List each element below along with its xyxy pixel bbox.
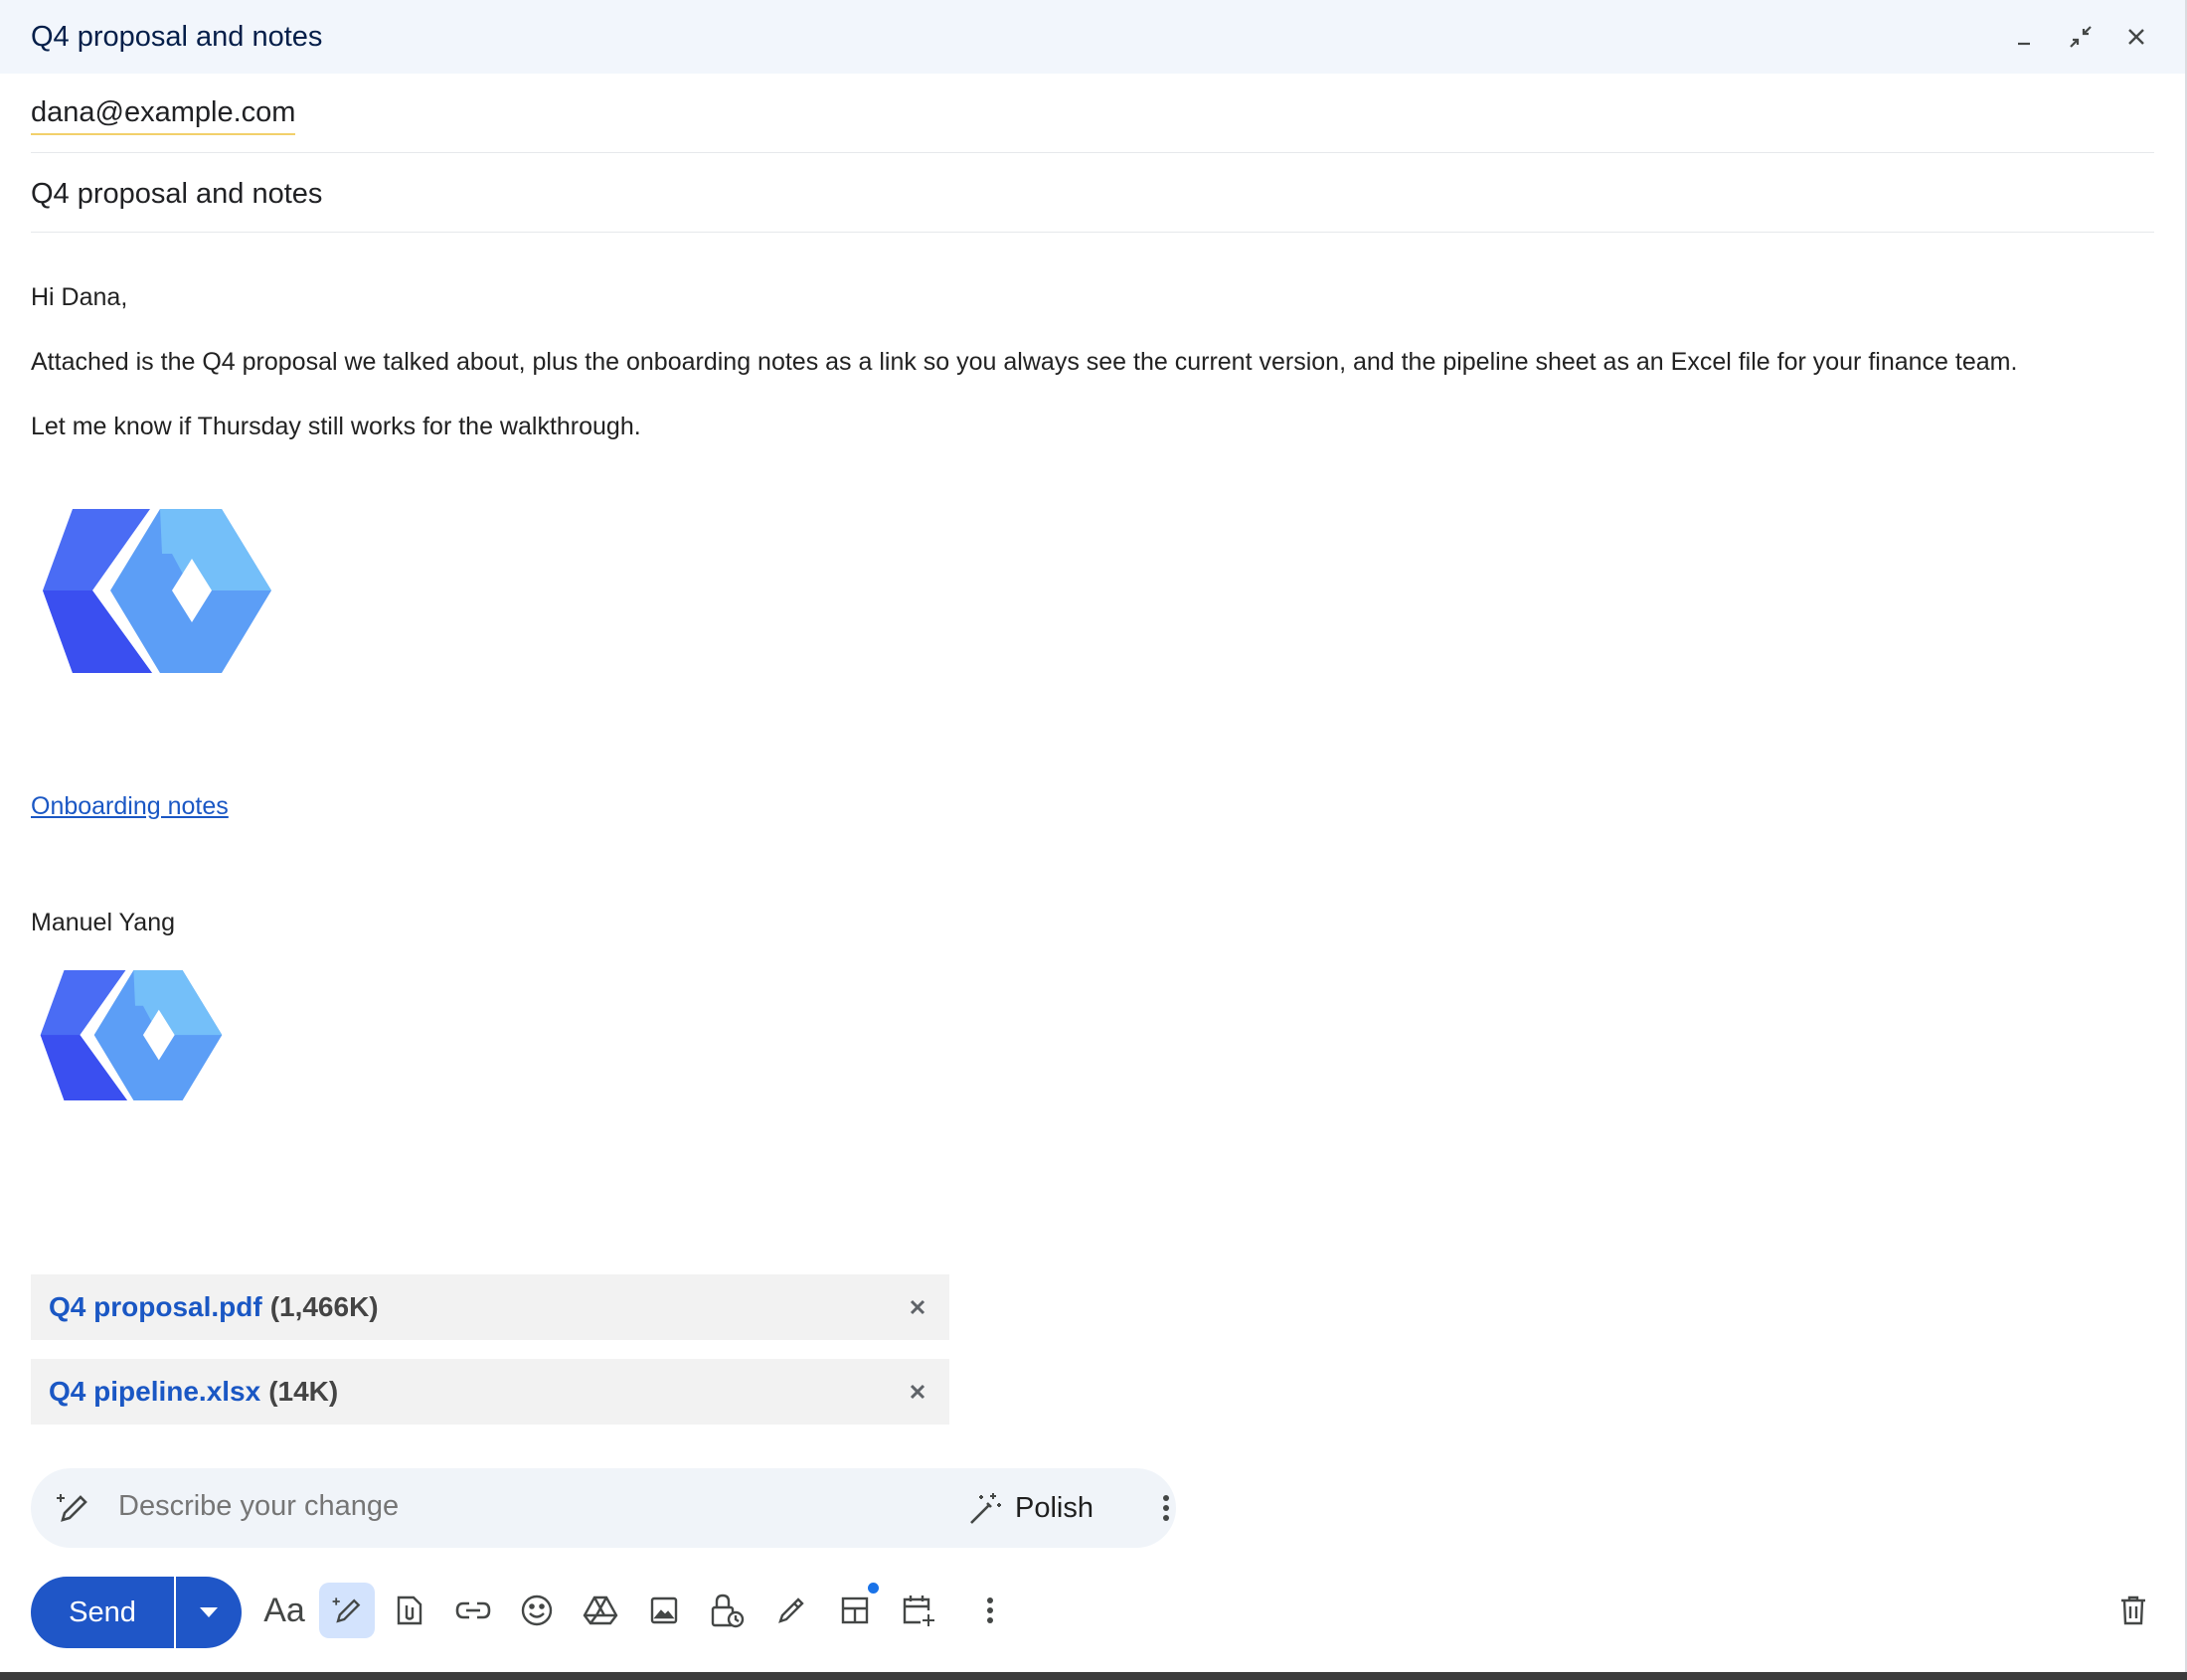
drive-icon bbox=[583, 1596, 618, 1625]
recipient-chip[interactable]: dana@example.com bbox=[31, 95, 296, 135]
company-logo-image[interactable] bbox=[43, 509, 271, 678]
schedule-event-button[interactable] bbox=[891, 1583, 946, 1638]
new-feature-dot bbox=[868, 1583, 879, 1594]
format-label: Aa bbox=[263, 1591, 305, 1629]
subject-field[interactable]: Q4 proposal and notes bbox=[31, 153, 2154, 233]
more-vert-icon bbox=[987, 1597, 993, 1623]
attachment-size: (1,466K) bbox=[269, 1291, 379, 1322]
confidential-mode-button[interactable] bbox=[700, 1583, 756, 1638]
onboarding-notes-link[interactable]: Onboarding notes bbox=[31, 789, 229, 823]
discard-draft-button[interactable] bbox=[2105, 1583, 2161, 1638]
trash-icon bbox=[2121, 1596, 2145, 1625]
attachment-size: (14K) bbox=[268, 1376, 339, 1407]
lock-clock-icon bbox=[711, 1594, 745, 1628]
paragraph-1: Attached is the Q4 proposal we talked ab… bbox=[31, 348, 2018, 376]
insert-drive-file-button[interactable] bbox=[573, 1583, 628, 1638]
attach-file-button[interactable] bbox=[382, 1583, 437, 1638]
signature-pen-icon bbox=[778, 1597, 804, 1623]
polish-bar: Polish bbox=[31, 1468, 1176, 1548]
attachment-chip[interactable]: Q4 proposal.pdf (1,466K) bbox=[31, 1274, 949, 1340]
more-options-button[interactable] bbox=[962, 1583, 1018, 1638]
header-actions bbox=[2002, 14, 2159, 60]
polish-button[interactable]: Polish bbox=[957, 1482, 1101, 1534]
attachment-name[interactable]: Q4 proposal.pdf bbox=[49, 1291, 262, 1323]
polish-label: Polish bbox=[1015, 1491, 1094, 1524]
insert-photo-button[interactable] bbox=[636, 1583, 692, 1638]
minimize-button[interactable] bbox=[2002, 14, 2048, 60]
remove-attachment-button[interactable] bbox=[900, 1374, 935, 1410]
send-options-button[interactable] bbox=[176, 1577, 242, 1648]
minimize-icon bbox=[2018, 42, 2030, 46]
compose-toolbar: Send Aa bbox=[0, 1575, 2187, 1650]
image-icon bbox=[650, 1596, 678, 1624]
subject-text[interactable]: Q4 proposal and notes bbox=[31, 177, 322, 211]
attachment-chip[interactable]: Q4 pipeline.xlsx (14K) bbox=[31, 1359, 949, 1425]
pen-sparkle-icon bbox=[332, 1597, 361, 1623]
paragraph-2: Let me know if Thursday still works for … bbox=[31, 413, 641, 440]
remove-attachment-button[interactable] bbox=[900, 1289, 935, 1325]
greeting: Hi Dana, bbox=[31, 283, 128, 311]
signature-logo-image[interactable] bbox=[39, 970, 224, 1104]
close-icon bbox=[910, 1384, 925, 1400]
link-icon bbox=[455, 1601, 491, 1619]
window-bottom-strip bbox=[0, 1672, 2187, 1680]
attachment-name[interactable]: Q4 pipeline.xlsx bbox=[49, 1376, 260, 1408]
close-icon bbox=[910, 1299, 925, 1315]
close-icon bbox=[2128, 29, 2144, 45]
dropdown-arrow-icon bbox=[200, 1607, 218, 1617]
to-field[interactable]: dana@example.com bbox=[31, 74, 2154, 153]
signature-name: Manuel Yang bbox=[31, 909, 176, 936]
insert-signature-button[interactable] bbox=[763, 1583, 819, 1638]
layout-icon bbox=[841, 1596, 869, 1624]
magic-wand-icon bbox=[970, 1493, 1001, 1524]
describe-change-input[interactable] bbox=[118, 1490, 874, 1523]
layouts-button[interactable] bbox=[827, 1583, 883, 1638]
compose-header: Q4 proposal and notes bbox=[0, 0, 2187, 74]
polish-more-options-button[interactable] bbox=[1146, 1488, 1186, 1528]
insert-link-button[interactable] bbox=[445, 1583, 501, 1638]
more-vert-icon bbox=[1163, 1495, 1169, 1521]
formatting-options-button[interactable]: Aa bbox=[256, 1583, 312, 1638]
exit-fullscreen-icon bbox=[2070, 26, 2092, 48]
insert-emoji-button[interactable] bbox=[509, 1583, 565, 1638]
help-me-write-button[interactable] bbox=[319, 1583, 375, 1638]
close-button[interactable] bbox=[2113, 14, 2159, 60]
calendar-sparkle-icon bbox=[903, 1596, 934, 1626]
compose-title: Q4 proposal and notes bbox=[31, 20, 323, 53]
send-button[interactable]: Send bbox=[31, 1577, 174, 1648]
emoji-icon bbox=[521, 1595, 553, 1626]
attach-file-icon bbox=[397, 1596, 422, 1625]
send-group: Send bbox=[31, 1577, 242, 1648]
exit-fullscreen-button[interactable] bbox=[2058, 14, 2103, 60]
pen-sparkle-icon bbox=[53, 1488, 92, 1528]
